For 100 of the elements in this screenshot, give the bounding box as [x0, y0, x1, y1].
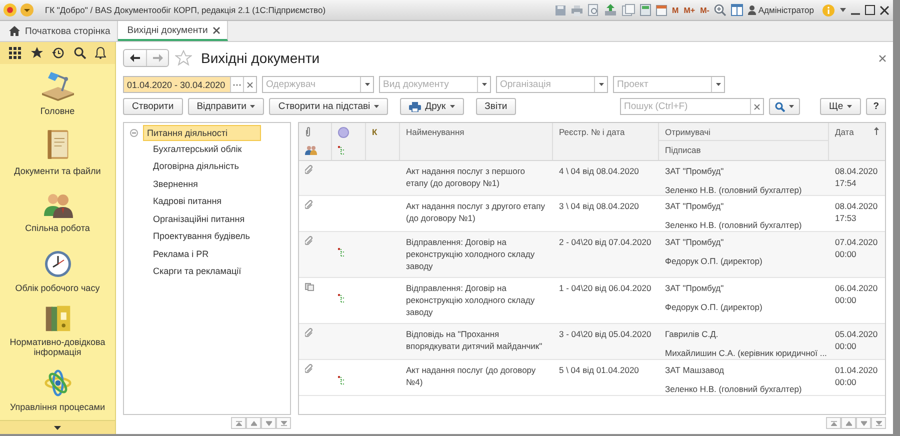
upload-icon[interactable]	[604, 4, 618, 16]
column-header[interactable]: Дата	[835, 127, 854, 137]
toolbar-button[interactable]: Створити	[123, 98, 183, 115]
caret-icon	[788, 105, 794, 108]
toolbar-button[interactable]: Друк	[400, 98, 464, 115]
menu-icon[interactable]	[20, 3, 34, 17]
table-cell: Відправлення: Договір на реконструкцію холодного складу заводу	[406, 283, 535, 317]
first-button[interactable]	[231, 417, 246, 429]
user-name[interactable]: Адміністратор	[758, 5, 814, 15]
tree-item[interactable]: Договірна діяльність	[149, 158, 243, 174]
bell-icon[interactable]	[95, 47, 106, 59]
up-arrow-icon	[250, 420, 256, 426]
columns-icon[interactable]	[731, 4, 744, 16]
last-button[interactable]	[871, 417, 886, 429]
tab[interactable]: Вихідні документи	[118, 21, 228, 41]
first-icon	[236, 420, 242, 426]
dropdown-button[interactable]	[477, 77, 490, 92]
close-icon[interactable]	[880, 6, 889, 14]
help-button[interactable]: ?	[866, 98, 886, 115]
search-button[interactable]	[768, 98, 800, 115]
calendar-icon[interactable]	[656, 4, 668, 16]
down-button[interactable]	[856, 417, 871, 429]
column-header[interactable]: Підписав	[659, 141, 707, 155]
filter-field[interactable]: Вид документу	[379, 76, 491, 93]
table-cell: Гаврилів С.Д.	[665, 328, 718, 340]
tree-item[interactable]: Реклама і PR	[149, 246, 213, 262]
collapse-icon[interactable]	[130, 128, 138, 136]
maximize-icon[interactable]	[865, 5, 875, 15]
search-field[interactable]: Пошук (Ctrl+F)	[620, 98, 764, 115]
dropdown-button[interactable]	[594, 77, 607, 92]
last-button[interactable]	[276, 417, 291, 429]
section-label[interactable]: Нормативно-довідкова інформація	[0, 337, 115, 358]
document-icon[interactable]	[622, 4, 636, 16]
filter-field[interactable]: Організація	[496, 76, 608, 93]
tree-item[interactable]: Організаційні питання	[149, 210, 249, 227]
dropdown-button[interactable]	[360, 77, 373, 92]
toolbar-button[interactable]: Відправити	[188, 98, 264, 115]
clear-button[interactable]	[750, 99, 763, 114]
table-cell-text: 00:00	[835, 294, 858, 306]
status-circle-icon	[338, 127, 349, 138]
orbit-icon[interactable]	[44, 368, 72, 397]
history-icon[interactable]	[52, 47, 64, 59]
caret-icon[interactable]	[840, 8, 846, 12]
search-icon[interactable]	[74, 47, 86, 59]
form-title: Вихідні документи	[201, 50, 320, 66]
memory-button[interactable]: M-	[700, 6, 710, 14]
table-cell: 1 - 04\20 від 06.04.2020	[559, 283, 652, 293]
toolbar-button[interactable]: Звіти	[476, 98, 516, 115]
toolbar-button[interactable]: Створити на підставі	[269, 98, 388, 115]
first-button[interactable]	[826, 417, 841, 429]
binders-icon[interactable]	[44, 304, 72, 332]
preview-icon[interactable]	[588, 4, 600, 16]
caret-icon[interactable]	[54, 426, 61, 430]
tree-item[interactable]: Скарги та рекламації	[149, 263, 246, 280]
column-header[interactable]: Реєстр. № і дата	[559, 127, 625, 137]
section-label[interactable]: Спільна робота	[25, 222, 90, 233]
filter-field[interactable]: Проект	[613, 76, 725, 93]
more-button[interactable]: Ще	[820, 98, 862, 115]
star-icon[interactable]	[30, 47, 42, 59]
up-button[interactable]	[246, 417, 261, 429]
tree-item[interactable]: Звернення	[149, 176, 202, 192]
close-icon[interactable]	[212, 26, 220, 34]
down-button[interactable]	[261, 417, 276, 429]
tree-item[interactable]: Питання діяльності	[143, 124, 261, 140]
tree-item[interactable]: Проектування будівель	[149, 228, 254, 244]
table-cell: Акт надання послуг (до договору №4)	[406, 365, 536, 387]
table-cell: ЗАТ Машзавод	[665, 364, 724, 376]
people-icon[interactable]	[42, 192, 72, 218]
table-cell: Акт надання послуг з другого етапу (до договору №1)	[406, 201, 546, 223]
dropdown-button[interactable]	[711, 77, 724, 92]
desk-lamp-icon[interactable]	[40, 71, 76, 102]
filter-field[interactable]: Одержувач	[262, 76, 374, 93]
clock-icon[interactable]	[44, 250, 72, 278]
printer-icon	[409, 102, 422, 112]
table-cell: Федорук О.П. (директор)	[665, 301, 762, 313]
table-cell: 3 \ 04 від 08.04.2020	[559, 201, 639, 211]
last-icon	[876, 420, 882, 426]
table-cell-text: 00:00	[835, 340, 858, 352]
up-button[interactable]	[841, 417, 856, 429]
memory-button[interactable]: M	[672, 6, 679, 14]
section-label[interactable]: Управління процесами	[10, 402, 105, 412]
section-label[interactable]: Документи та файли	[14, 166, 101, 176]
tree-item[interactable]: Бухгалтерський облік	[149, 140, 246, 157]
table-cell: 3 - 04\20 від 05.04.2020	[559, 329, 652, 339]
column-header[interactable]: Отримувачі	[659, 123, 828, 141]
close-icon	[754, 104, 760, 110]
section-label[interactable]: Облік робочого часу	[15, 283, 100, 294]
tree-item[interactable]: Кадрові питання	[149, 193, 226, 210]
memory-button[interactable]: M+	[684, 6, 696, 14]
sort-arrow-icon[interactable]	[874, 127, 879, 135]
apps-grid-icon[interactable]	[9, 47, 21, 59]
zoom-icon[interactable]	[714, 4, 726, 16]
table-cell: ЗАТ "Промбуд"	[665, 282, 724, 294]
star-icon[interactable]	[175, 50, 192, 66]
caret-icon	[364, 83, 370, 86]
column-header[interactable]: К	[372, 127, 378, 137]
calculator-icon[interactable]	[640, 4, 652, 16]
section-label[interactable]: Головне	[40, 106, 75, 116]
down-arrow-icon	[860, 420, 866, 426]
column-header[interactable]: Найменування	[406, 127, 464, 137]
